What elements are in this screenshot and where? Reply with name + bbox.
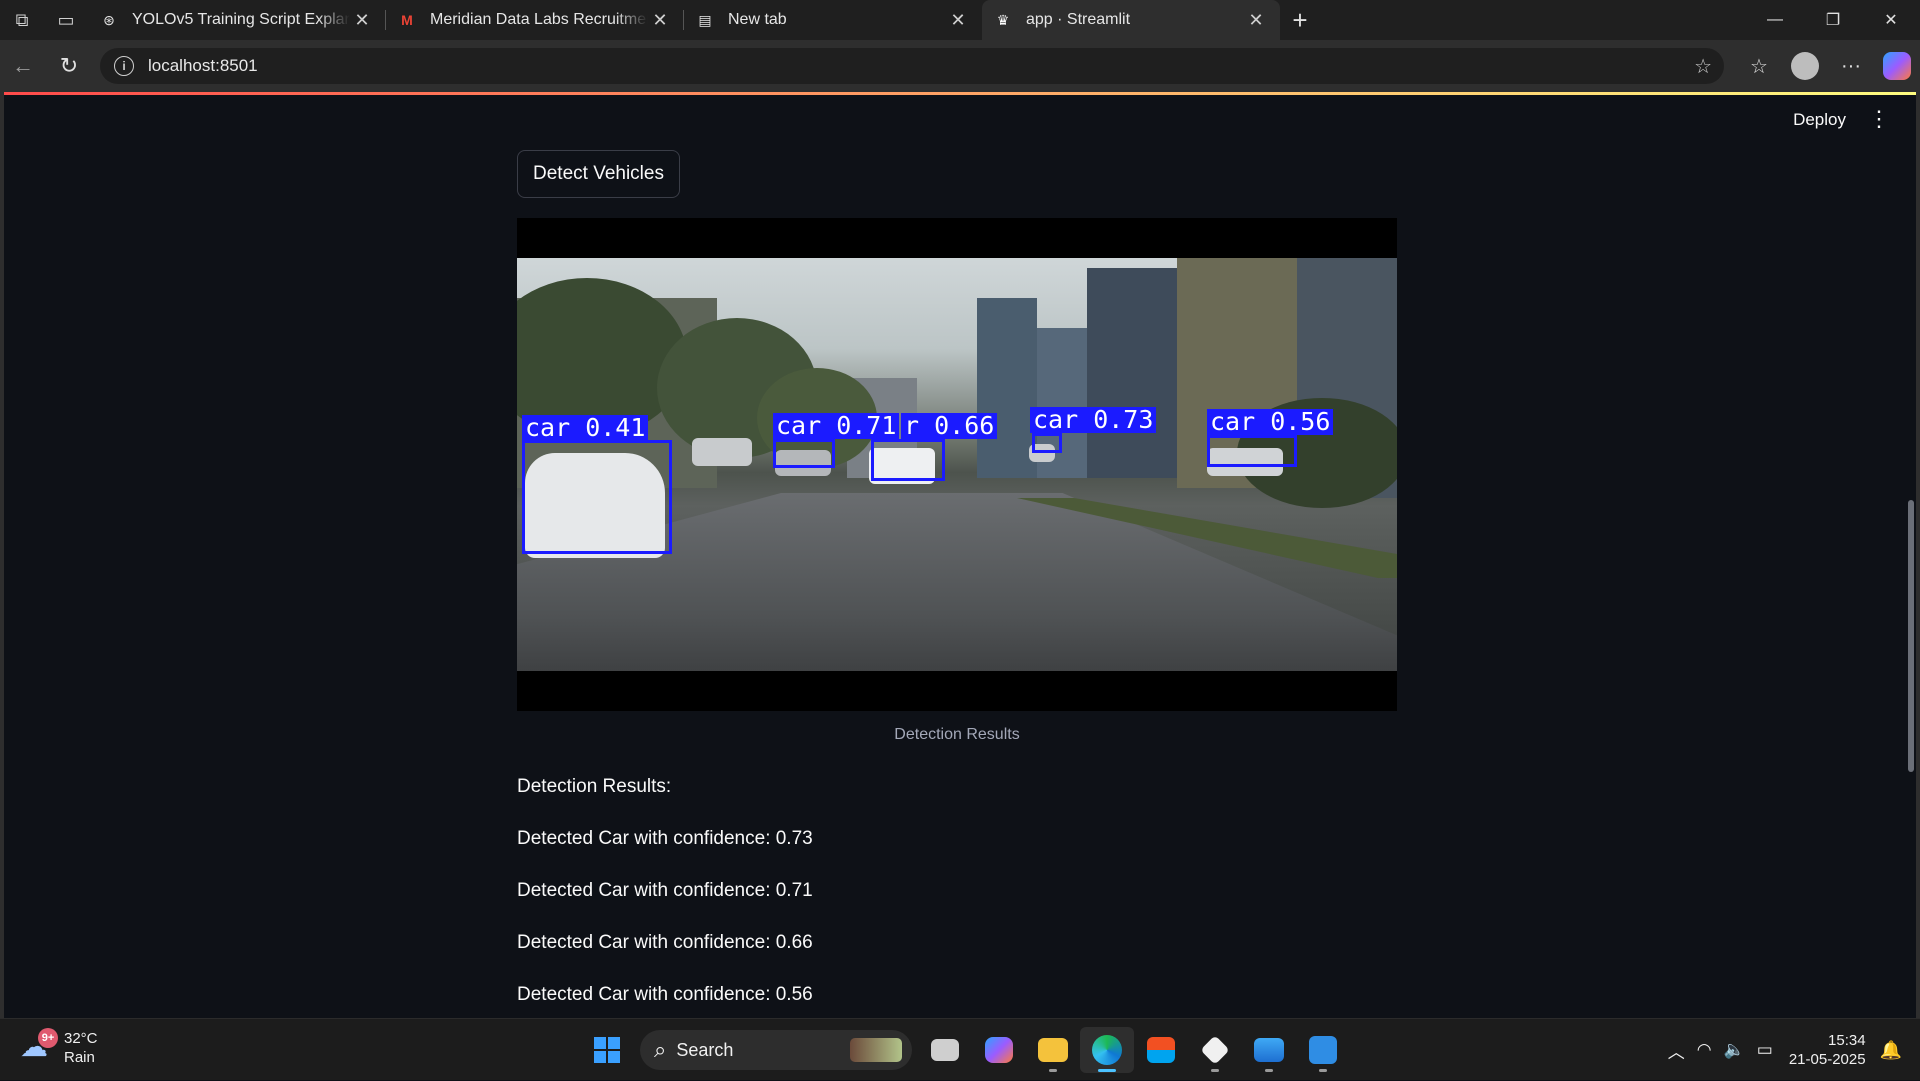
browser-toolbar: ← ↻ i localhost:8501 ☆ ☆ ··· bbox=[0, 40, 1920, 92]
detect-vehicles-button[interactable]: Detect Vehicles bbox=[517, 150, 680, 198]
tab-title: New tab bbox=[728, 11, 787, 28]
browser-tab-strip: ⧉ ▭ ⊛ YOLOv5 Training Script Explanatio … bbox=[0, 0, 1920, 40]
minimize-icon[interactable]: — bbox=[1746, 0, 1804, 40]
show-hidden-icons-chevron-icon[interactable]: ︿ bbox=[1668, 1038, 1685, 1063]
start-button[interactable] bbox=[580, 1027, 634, 1073]
main-menu-icon[interactable]: ⋮ bbox=[1868, 106, 1890, 132]
system-tray: ︿ ◠ 🔈 ▭ 15:34 21-05-2025 🔔 bbox=[1662, 1019, 1920, 1081]
task-view-icon[interactable] bbox=[918, 1027, 972, 1073]
photos-app-icon[interactable] bbox=[1242, 1027, 1296, 1073]
close-window-icon[interactable]: ✕ bbox=[1862, 0, 1920, 40]
window-controls: — ❐ ✕ bbox=[1746, 0, 1920, 40]
weather-temperature: 32°C bbox=[64, 1030, 98, 1047]
search-placeholder: Search bbox=[676, 1039, 734, 1060]
notification-badge: 9+ bbox=[38, 1028, 58, 1048]
volume-icon[interactable]: 🔈 bbox=[1724, 1040, 1745, 1060]
profile-avatar[interactable] bbox=[1791, 52, 1819, 80]
result-line: Detected Car with confidence: 0.56 bbox=[517, 984, 813, 1005]
page-scrollbar[interactable] bbox=[1908, 500, 1914, 772]
tab-title: Meridian Data Labs Recruitment F bbox=[430, 11, 648, 28]
file-explorer-icon[interactable] bbox=[1026, 1027, 1080, 1073]
workspaces-icon[interactable]: ⧉ bbox=[0, 0, 44, 40]
detection-results-list: Detection Results: Detected Car with con… bbox=[517, 776, 813, 1018]
rain-cloud-icon: ☁ 9+ bbox=[20, 1028, 58, 1066]
copilot-app-icon[interactable] bbox=[972, 1027, 1026, 1073]
tab-yolov5[interactable]: ⊛ YOLOv5 Training Script Explanatio ✕ bbox=[88, 0, 386, 40]
gmail-icon: M bbox=[401, 12, 413, 28]
taskbar-search[interactable]: ⌕ Search bbox=[640, 1030, 912, 1070]
close-tab-icon[interactable]: ✕ bbox=[648, 10, 672, 31]
detection-label: car 0.41 bbox=[522, 415, 649, 441]
battery-icon[interactable]: ▭ bbox=[1757, 1040, 1773, 1060]
microsoft-store-icon[interactable] bbox=[1134, 1027, 1188, 1073]
detection-box bbox=[871, 439, 945, 481]
edge-browser-icon[interactable] bbox=[1080, 1027, 1134, 1073]
notifications-bell-icon[interactable]: 🔔 bbox=[1880, 1040, 1902, 1061]
search-icon: ⌕ bbox=[654, 1037, 667, 1062]
address-bar[interactable]: i localhost:8501 ☆ bbox=[100, 48, 1724, 84]
weather-widget[interactable]: ☁ 9+ 32°C Rain bbox=[20, 1028, 98, 1067]
cube-app-icon[interactable] bbox=[1188, 1027, 1242, 1073]
search-highlight-image bbox=[850, 1038, 902, 1062]
streamlit-icon: ♛ bbox=[996, 11, 1010, 28]
detection-label: car 0.56 bbox=[1207, 409, 1334, 435]
windows-taskbar: ☁ 9+ 32°C Rain ⌕ Search ︿ ◠ 🔈 ▭ 15:34 21… bbox=[0, 1018, 1920, 1080]
detection-label: car 0.73 bbox=[1030, 407, 1157, 433]
clock-date: 21-05-2025 bbox=[1788, 1051, 1866, 1068]
copilot-icon[interactable] bbox=[1883, 52, 1911, 80]
header-decoration-bar bbox=[4, 92, 1916, 95]
back-arrow-icon[interactable]: ← bbox=[0, 46, 46, 86]
vertical-tabs-icon[interactable]: ▭ bbox=[44, 0, 88, 40]
new-tab-button[interactable]: + bbox=[1280, 0, 1320, 40]
deploy-button[interactable]: Deploy bbox=[1793, 110, 1846, 130]
tab-title: app · Streamlit bbox=[1026, 11, 1131, 28]
clock[interactable]: 15:34 21-05-2025 bbox=[1789, 1031, 1866, 1069]
detection-box bbox=[1032, 433, 1062, 453]
chatgpt-icon: ⊛ bbox=[103, 11, 115, 28]
restore-icon[interactable]: ❐ bbox=[1804, 0, 1862, 40]
detection-image: car 0.41 car 0.71 r 0.66 car 0.73 car 0.… bbox=[517, 218, 1397, 711]
tab-streamlit[interactable]: ♛ app · Streamlit ✕ bbox=[982, 0, 1280, 40]
paint-app-icon[interactable] bbox=[1296, 1027, 1350, 1073]
weather-description: Rain bbox=[64, 1049, 95, 1066]
close-tab-icon[interactable]: ✕ bbox=[350, 10, 374, 31]
detection-label: r 0.66 bbox=[901, 413, 998, 439]
streamlit-app: Deploy ⋮ Detect Vehicles car 0.41 car 0.… bbox=[4, 92, 1916, 1018]
result-line: Detected Car with confidence: 0.71 bbox=[517, 880, 813, 901]
wifi-icon[interactable]: ◠ bbox=[1697, 1040, 1712, 1060]
newtab-icon: ▤ bbox=[698, 11, 712, 28]
favorites-icon[interactable]: ☆ bbox=[1736, 40, 1782, 92]
results-heading: Detection Results: bbox=[517, 776, 672, 797]
result-line: Detected Car with confidence: 0.73 bbox=[517, 828, 813, 849]
result-line: Detected Car with confidence: 0.66 bbox=[517, 932, 813, 953]
url-text[interactable]: localhost:8501 bbox=[148, 56, 258, 76]
window-edge-right bbox=[1916, 92, 1920, 1018]
more-options-icon[interactable]: ··· bbox=[1828, 40, 1874, 92]
site-info-icon[interactable]: i bbox=[114, 56, 134, 76]
refresh-icon[interactable]: ↻ bbox=[46, 46, 92, 86]
close-tab-icon[interactable]: ✕ bbox=[1244, 10, 1268, 31]
tab-title: YOLOv5 Training Script Explanatio bbox=[132, 11, 350, 28]
clock-time: 15:34 bbox=[1828, 1032, 1866, 1049]
image-caption: Detection Results bbox=[894, 726, 1020, 743]
favorite-star-icon[interactable]: ☆ bbox=[1694, 54, 1712, 79]
tab-newtab[interactable]: ▤ New tab ✕ bbox=[684, 0, 982, 40]
detection-box bbox=[773, 439, 835, 468]
detection-box bbox=[522, 440, 672, 554]
windows-logo-icon bbox=[594, 1037, 620, 1063]
tab-gmail[interactable]: M Meridian Data Labs Recruitment F ✕ bbox=[386, 0, 684, 40]
detection-label: car 0.71 bbox=[773, 413, 900, 439]
detection-box bbox=[1207, 435, 1297, 467]
close-tab-icon[interactable]: ✕ bbox=[946, 10, 970, 31]
